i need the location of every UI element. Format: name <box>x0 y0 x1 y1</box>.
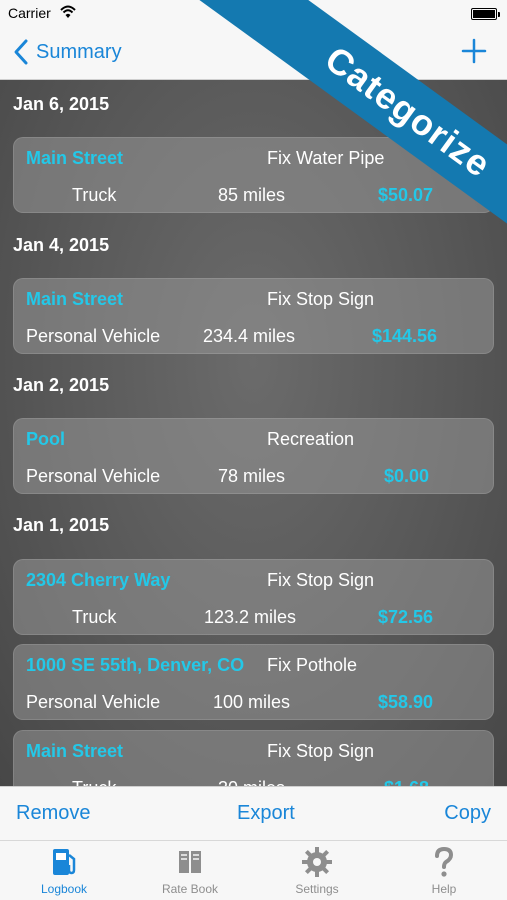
trip-purpose: Fix Stop Sign <box>267 289 375 309</box>
trip-location: Pool <box>26 429 65 449</box>
trip-card[interactable]: Pool Recreation Personal Vehicle 78 mile… <box>13 418 494 494</box>
trip-vehicle: Personal Vehicle <box>26 692 161 712</box>
date-header: Jan 4, 2015 <box>13 235 110 255</box>
trip-location: Main Street <box>26 148 124 168</box>
trip-card[interactable]: Main Street Fix Stop Sign Personal Vehic… <box>13 278 494 354</box>
navigation-bar: Summary <box>0 28 507 80</box>
tab-rate-book[interactable]: Rate Book <box>140 845 240 899</box>
tab-label: Settings <box>295 882 339 896</box>
gear-icon <box>302 847 332 877</box>
trip-purpose: Recreation <box>267 429 355 449</box>
add-button[interactable] <box>459 36 489 66</box>
trip-miles: 100 miles <box>213 692 291 712</box>
trip-purpose: Fix Stop Sign <box>267 741 375 761</box>
trip-amount: $144.56 <box>372 326 438 346</box>
date-header: Jan 6, 2015 <box>13 94 110 114</box>
trip-location: Main Street <box>26 289 124 309</box>
back-label: Summary <box>36 40 122 63</box>
trip-vehicle: Personal Vehicle <box>26 466 161 486</box>
action-toolbar: Remove Export Copy <box>0 786 507 840</box>
tab-bar: Logbook Rate Book Settings Help <box>0 840 507 900</box>
chevron-left-icon <box>14 39 28 65</box>
date-header: Jan 1, 2015 <box>13 515 110 535</box>
status-bar: Carrier <box>0 0 507 28</box>
tab-logbook[interactable]: Logbook <box>14 845 114 899</box>
date-header: Jan 2, 2015 <box>13 375 110 395</box>
trip-vehicle: Truck <box>72 185 117 205</box>
trip-vehicle: Truck <box>72 607 117 627</box>
battery-icon <box>471 8 500 20</box>
export-button[interactable]: Export <box>237 802 295 825</box>
tab-settings[interactable]: Settings <box>267 845 367 899</box>
trip-amount: $58.90 <box>378 692 434 712</box>
trip-miles: 85 miles <box>218 185 286 205</box>
trip-miles: 78 miles <box>218 466 286 486</box>
trip-miles: 30 miles <box>218 778 285 786</box>
logbook-list[interactable]: Jan 6, 2015 Main Street Fix Water Pipe T… <box>0 80 507 786</box>
trip-location: 1000 SE 55th, Denver, CO <box>26 655 245 675</box>
trip-card[interactable]: 1000 SE 55th, Denver, CO Fix Pothole Per… <box>13 644 494 720</box>
trip-miles: 123.2 miles <box>204 607 297 627</box>
tab-label: Rate Book <box>161 882 219 896</box>
remove-button[interactable]: Remove <box>16 802 90 825</box>
book-icon <box>179 851 201 873</box>
question-mark-icon <box>435 846 454 877</box>
trip-amount: $0.00 <box>384 466 430 486</box>
trip-card[interactable]: Main Street Fix Stop Sign Truck 30 miles… <box>13 730 494 786</box>
trip-amount: $1.68 <box>384 778 429 786</box>
gas-pump-icon <box>53 849 76 875</box>
copy-button[interactable]: Copy <box>444 802 491 825</box>
trip-amount: $72.56 <box>378 607 434 627</box>
back-button[interactable]: Summary <box>12 38 122 66</box>
trip-location: 2304 Cherry Way <box>26 570 171 590</box>
trip-vehicle: Truck <box>72 778 116 786</box>
tab-label: Help <box>431 882 457 896</box>
tab-help[interactable]: Help <box>394 845 494 899</box>
trip-location: Main Street <box>26 741 124 761</box>
trip-miles: 234.4 miles <box>203 326 296 346</box>
trip-purpose: Fix Pothole <box>267 655 358 675</box>
trip-amount: $50.07 <box>378 185 434 205</box>
wifi-icon <box>60 5 76 18</box>
trip-purpose: Fix Water Pipe <box>267 148 385 168</box>
trip-card[interactable]: 2304 Cherry Way Fix Stop Sign Truck 123.… <box>13 559 494 635</box>
tab-label: Logbook <box>40 882 88 896</box>
trip-card[interactable]: Main Street Fix Water Pipe Truck 85 mile… <box>13 137 494 213</box>
carrier-label: Carrier <box>8 5 51 21</box>
trip-vehicle: Personal Vehicle <box>26 326 161 346</box>
trip-purpose: Fix Stop Sign <box>267 570 375 590</box>
